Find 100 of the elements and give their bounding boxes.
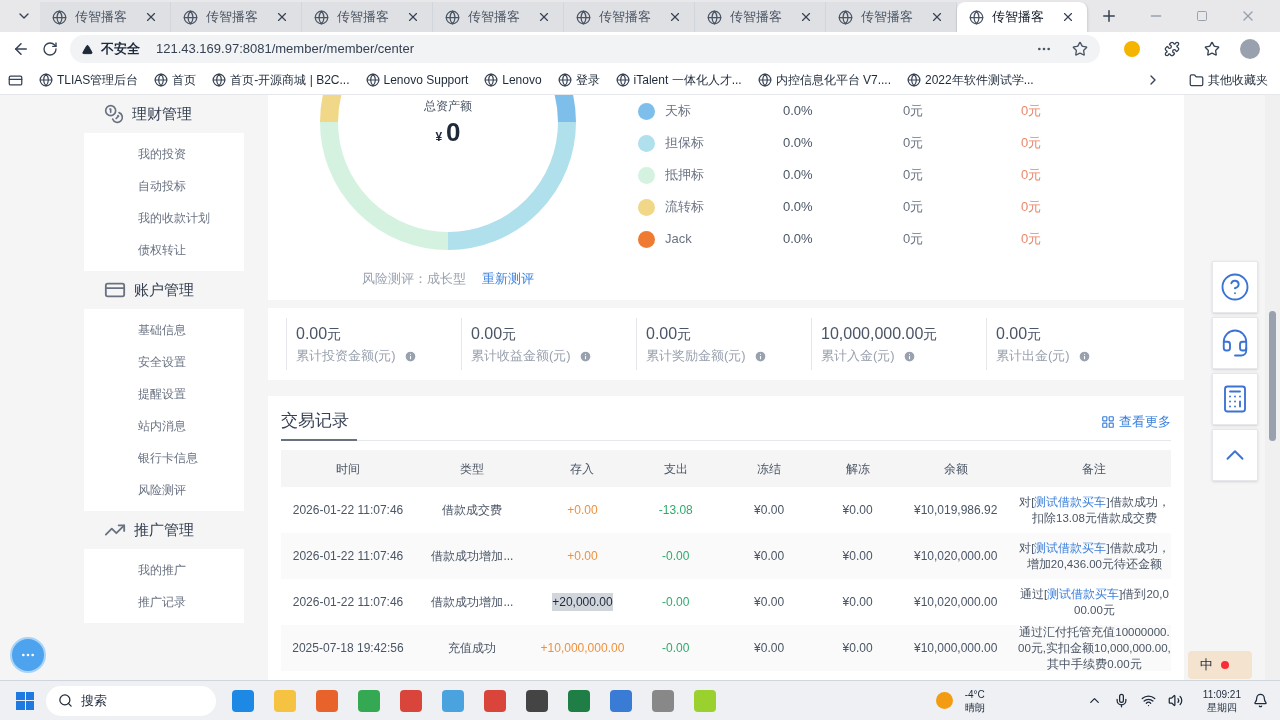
start-icon[interactable] <box>16 691 34 710</box>
sidebar-item[interactable]: 推广记录 <box>84 586 244 618</box>
ime-status-icon <box>1221 661 1229 669</box>
puzzle-icon[interactable] <box>1164 41 1180 57</box>
close-icon[interactable] <box>1061 10 1075 24</box>
globe-icon <box>615 73 630 87</box>
loan-link[interactable]: 测试借款买车 <box>1047 588 1120 600</box>
browser-tab[interactable]: 传智播客 <box>564 2 695 32</box>
column-header: 存入 <box>569 460 596 478</box>
taskbar-app-icon[interactable] <box>610 689 632 712</box>
close-icon[interactable] <box>537 10 551 24</box>
bookmark-link[interactable]: 首页-开源商城 | B2C... <box>212 71 350 89</box>
sidebar-item[interactable]: 提醒设置 <box>84 378 244 410</box>
bookmark-link[interactable]: iTalent 一体化人才... <box>615 71 742 89</box>
scrollbar-thumb[interactable] <box>1269 311 1276 441</box>
favorite-icon[interactable] <box>1072 41 1088 57</box>
stat-value: 0.00元 <box>471 324 518 345</box>
taskbar-app-icon[interactable] <box>526 689 548 712</box>
close-icon[interactable] <box>799 10 813 24</box>
notification-icon[interactable] <box>1253 693 1268 708</box>
column-header: 支出 <box>662 460 689 478</box>
table-cell: +20,000.00 <box>552 593 613 611</box>
table-cell-text: ¥10,019,986.92 <box>912 502 999 519</box>
loan-link[interactable]: 测试借款买车 <box>1034 496 1107 508</box>
retest-link[interactable]: 重新测评 <box>482 269 534 289</box>
browser-tab[interactable]: 传智播客 <box>171 2 302 32</box>
help-icon <box>1220 272 1250 302</box>
chat-bubble-button[interactable] <box>10 637 46 673</box>
info-icon[interactable] <box>902 349 916 363</box>
bookmark-link[interactable]: 2022年软件测试学... <box>907 71 1034 89</box>
taskbar-app-icon[interactable] <box>568 689 590 712</box>
globe-icon <box>557 73 572 87</box>
reload-icon[interactable] <box>42 41 58 57</box>
sidebar-item[interactable]: 站内消息 <box>84 410 244 442</box>
close-icon[interactable] <box>668 10 682 24</box>
sidebar-item[interactable]: 基础信息 <box>84 314 244 346</box>
sidebar-item[interactable]: 我的投资 <box>84 138 244 170</box>
bookmark-link[interactable]: TLIAS管理后台 <box>39 71 139 89</box>
table-cell-text: 充值成功 <box>447 640 498 657</box>
sidebar-item[interactable]: 我的推广 <box>84 554 244 586</box>
browser-tab[interactable]: 传智播客 <box>433 2 564 32</box>
ime-widget[interactable]: 中 <box>1188 651 1252 679</box>
sidebar-item[interactable]: 银行卡信息 <box>84 442 244 474</box>
sidebar-item[interactable]: 安全设置 <box>84 346 244 378</box>
close-icon[interactable] <box>144 10 158 24</box>
taskbar-search[interactable]: 搜索 <box>46 685 216 716</box>
service-button[interactable] <box>1212 317 1258 369</box>
legend-percent: 0.0% <box>783 198 814 217</box>
scrollbar[interactable] <box>1265 95 1280 680</box>
info-icon[interactable] <box>403 349 417 363</box>
browser-tab[interactable]: 传智播客 <box>826 2 957 32</box>
loan-link[interactable]: 测试借款买车 <box>1034 542 1107 554</box>
browser-tab[interactable]: 传智播客 <box>695 2 826 32</box>
browser-tab[interactable]: 传智播客 <box>957 2 1088 32</box>
remark-text: 对[测试借款买车]借款成功，增加20,436.00元待还金额 <box>1018 541 1171 572</box>
section-title: 账户管理 <box>134 279 194 300</box>
close-icon[interactable] <box>275 10 289 24</box>
tab-title: 传智播客 <box>206 8 259 27</box>
microphone-icon[interactable] <box>1113 693 1129 708</box>
bookmark-link[interactable]: 内控信息化平台 V7.... <box>757 71 891 89</box>
sidebar-item[interactable]: 我的收款计划 <box>84 202 244 234</box>
browser-tab[interactable]: 传智播客 <box>302 2 433 32</box>
info-icon[interactable] <box>1077 349 1091 363</box>
back-icon[interactable] <box>12 40 30 58</box>
bookmark-link[interactable]: 首页 <box>154 71 197 89</box>
sidebar-item[interactable]: 债权转让 <box>84 234 244 266</box>
column-header: 备注 <box>1081 460 1108 478</box>
address-field[interactable]: 不安全 121.43.169.97:8081/member/member/center <box>70 35 1100 63</box>
table-cell-text: ¥0.00 <box>841 640 874 657</box>
avatar-icon[interactable] <box>1240 39 1260 59</box>
bookmark-link[interactable]: 登录 <box>557 71 600 89</box>
wallet-icon[interactable] <box>8 72 23 88</box>
other-bookmarks[interactable]: 其他收藏夹 <box>1189 71 1268 89</box>
sidebar-item[interactable]: 自动投标 <box>84 170 244 202</box>
globe-icon <box>52 9 67 25</box>
info-icon[interactable] <box>578 349 592 363</box>
browser-tab[interactable]: 传智播客 <box>40 2 171 32</box>
legend-income: 0元 <box>1021 198 1042 217</box>
calculator-button[interactable] <box>1212 373 1258 425</box>
sidebar-item[interactable]: 风险测评 <box>84 474 244 506</box>
tab-title: 传智播客 <box>730 8 783 27</box>
taskbar-app-icon[interactable] <box>484 689 506 712</box>
close-icon[interactable] <box>930 10 944 24</box>
bookmark-link[interactable]: Lenovo Support <box>365 71 469 89</box>
bookmark-link[interactable]: Lenovo <box>484 71 542 89</box>
info-icon[interactable] <box>753 349 767 363</box>
view-more-link[interactable]: 查看更多 <box>1101 412 1171 432</box>
volume-icon[interactable] <box>1167 693 1183 708</box>
legend-name: Jack <box>664 230 693 249</box>
wifi-icon[interactable] <box>1140 693 1156 708</box>
new-tab-icon[interactable] <box>1100 7 1118 25</box>
taskbar-app-icon[interactable] <box>400 689 422 712</box>
legend-name: 担保标 <box>664 134 705 153</box>
currency-sign: ¥ <box>435 129 443 146</box>
tab-title: 传智播客 <box>337 8 390 27</box>
close-icon[interactable] <box>406 10 420 24</box>
favorites-icon[interactable] <box>1204 41 1220 57</box>
help-button[interactable] <box>1212 261 1258 313</box>
weather-icon <box>935 692 953 709</box>
weather-text: 晴朗 <box>964 700 985 714</box>
